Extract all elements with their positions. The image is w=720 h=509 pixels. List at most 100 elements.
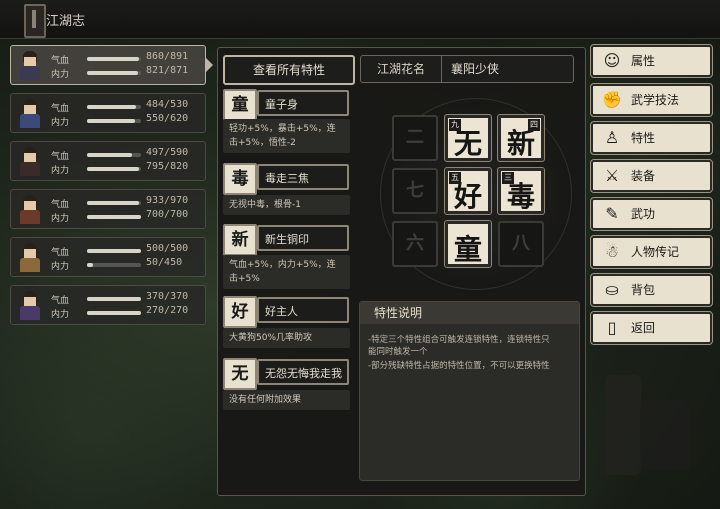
character-card[interactable]: 气血 860/891 内力 821/871 — [10, 45, 206, 85]
trait-name[interactable]: 无怨无悔我走我路 — [257, 359, 349, 406]
person-icon: ☺ — [603, 51, 621, 70]
menu-label: 人物传记 — [631, 245, 680, 259]
menu-label: 背包 — [631, 283, 656, 297]
martial-skill-icon: ✊ — [602, 90, 622, 109]
menu-button[interactable]: ✎ 武功 — [590, 197, 713, 231]
mp-value: 550/620 — [146, 113, 189, 124]
slot-number: 七 — [406, 180, 424, 201]
nickname-box: 江湖花名 襄阳少侠 — [360, 55, 574, 83]
trait-icon[interactable]: 好 — [223, 296, 257, 328]
slot-number-tag: 五 — [449, 172, 461, 184]
trait-description-panel: 特性说明 -特定三个特性组合可触发连锁特性，连锁特性只 能同时触发一个 -部分残… — [359, 301, 580, 481]
hp-label: 气血 — [51, 104, 70, 114]
trait-effect-text: 气血+5%，内力+5%，连击+5% — [223, 255, 350, 289]
trait-slot-char: 童 — [453, 233, 482, 266]
background-stone-tablet — [605, 375, 641, 475]
slot-number: 六 — [406, 233, 424, 254]
menu-button[interactable]: ♙ 特性 — [590, 121, 713, 155]
hp-bar — [87, 249, 141, 253]
trait-name[interactable]: 毒走三焦 — [257, 164, 349, 190]
hp-bar — [87, 297, 141, 301]
menu-button[interactable]: ⛀ 背包 — [590, 273, 713, 307]
menu-button[interactable]: ☃ 人物传记 — [590, 235, 713, 269]
mp-bar — [87, 71, 141, 75]
trait-slot-filled[interactable]: 无九 — [444, 114, 492, 162]
trait-effect-text: 大黄狗50%几率助攻 — [223, 328, 350, 348]
mp-bar — [87, 215, 141, 219]
trait-slot-empty[interactable]: 二 — [392, 115, 438, 161]
trait-name[interactable]: 好主人 — [257, 297, 349, 323]
trait-slot-filled[interactable]: 毒三 — [497, 167, 545, 215]
trait-slot-empty[interactable]: 六 — [392, 221, 438, 267]
avatar — [15, 49, 45, 81]
trait-icon: ♙ — [604, 128, 620, 147]
avatar — [15, 97, 45, 129]
mp-label: 内力 — [51, 166, 70, 176]
nickname-value[interactable]: 襄阳少侠 — [451, 56, 499, 82]
character-card[interactable]: 气血 933/970 内力 700/700 — [10, 189, 206, 229]
hp-label: 气血 — [51, 200, 70, 210]
slot-number-tag: 九 — [449, 119, 461, 131]
avatar — [15, 145, 45, 177]
view-all-traits-button[interactable]: 查看所有特性 — [223, 55, 355, 85]
trait-slot-filled[interactable]: 新四 — [497, 114, 545, 162]
menu-label: 武功 — [631, 207, 656, 221]
hp-value: 500/500 — [146, 243, 189, 254]
trait-slot-filled[interactable]: 童 — [444, 220, 492, 268]
trait-slot-filled[interactable]: 好五 — [444, 167, 492, 215]
trait-effect-text: 轻功+5%，暴击+5%，连击+5%，悟性-2 — [223, 119, 350, 153]
trait-icon[interactable]: 毒 — [223, 163, 257, 195]
mp-value: 700/700 — [146, 209, 189, 220]
menu-label: 装备 — [631, 169, 656, 183]
character-card[interactable]: 气血 497/590 内力 795/820 — [10, 141, 206, 181]
hp-label: 气血 — [51, 248, 70, 258]
hp-value: 933/970 — [146, 195, 189, 206]
trait-slot-empty[interactable]: 七 — [392, 168, 438, 214]
hp-label: 气血 — [51, 56, 70, 66]
trait-effect-text: 无视中毒，根骨-1 — [223, 195, 350, 215]
hp-value: 497/590 — [146, 147, 189, 158]
avatar — [15, 193, 45, 225]
mp-label: 内力 — [51, 310, 70, 320]
trait-icon[interactable]: 无 — [223, 358, 257, 390]
menu-label: 武学技法 — [631, 93, 680, 107]
mp-bar — [87, 119, 141, 123]
description-title: 特性说明 — [360, 302, 579, 324]
hp-label: 气血 — [51, 152, 70, 162]
mp-label: 内力 — [51, 118, 70, 128]
description-line: 能同时触发一个 — [368, 347, 428, 357]
character-card[interactable]: 气血 370/370 内力 270/270 — [10, 285, 206, 325]
hp-label: 气血 — [51, 296, 70, 306]
background-rock — [640, 400, 690, 470]
bag-icon: ⛀ — [605, 280, 619, 299]
avatar — [15, 289, 45, 321]
hp-bar — [87, 201, 141, 205]
menu-label: 特性 — [631, 131, 656, 145]
avatar — [15, 241, 45, 273]
hp-value: 860/891 — [146, 51, 189, 62]
mp-bar — [87, 263, 141, 267]
character-card[interactable]: 气血 500/500 内力 50/450 — [10, 237, 206, 277]
selection-arrow-icon — [205, 57, 213, 73]
mp-bar — [87, 311, 141, 315]
title-bar: 江湖志 — [0, 0, 720, 39]
mp-value: 270/270 — [146, 305, 189, 316]
nickname-label: 江湖花名 — [361, 56, 442, 82]
slot-number-tag: 四 — [528, 119, 540, 131]
character-card[interactable]: 气血 484/530 内力 550/620 — [10, 93, 206, 133]
trait-effect-text: 没有任何附加效果 — [223, 390, 350, 410]
trait-slot-empty[interactable]: 八 — [498, 221, 544, 267]
description-line: -特定三个特性组合可触发连锁特性，连锁特性只 — [368, 335, 550, 345]
menu-button[interactable]: ▯ 返回 — [590, 311, 713, 345]
hp-bar — [87, 57, 141, 61]
scroll-book-icon: ✎ — [605, 204, 619, 223]
menu-label: 返回 — [631, 321, 656, 335]
mp-label: 内力 — [51, 262, 70, 272]
trait-name[interactable]: 童子身 — [257, 90, 349, 116]
trait-name[interactable]: 新生铜印 — [257, 225, 349, 251]
trait-icon[interactable]: 童 — [223, 89, 257, 121]
trait-icon[interactable]: 新 — [223, 224, 257, 256]
menu-button[interactable]: ⚔ 装备 — [590, 159, 713, 193]
menu-button[interactable]: ✊ 武学技法 — [590, 83, 713, 117]
menu-button[interactable]: ☺ 属性 — [590, 44, 713, 78]
